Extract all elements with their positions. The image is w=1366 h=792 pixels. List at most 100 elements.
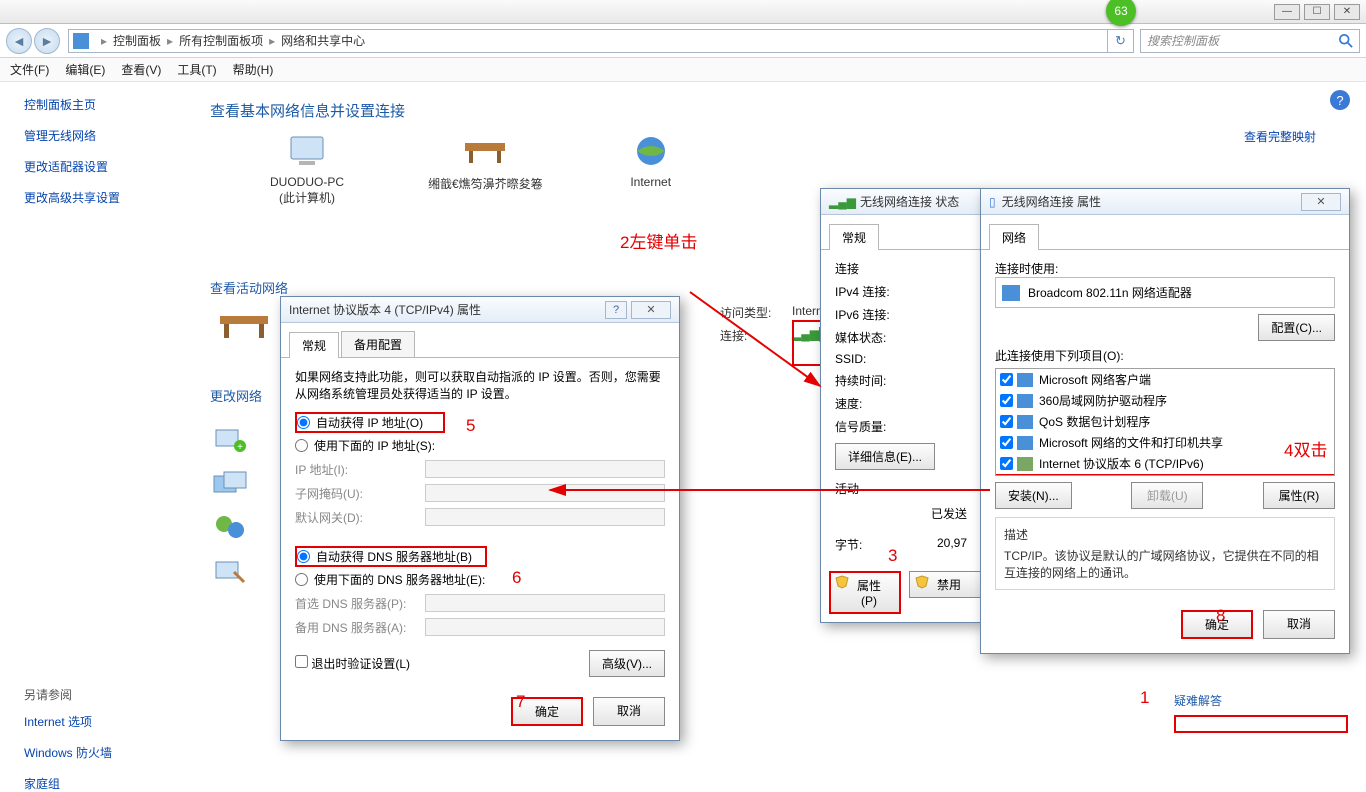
validate-checkbox-row[interactable]: 退出时验证设置(L) (295, 655, 410, 672)
tab-network[interactable]: 网络 (989, 224, 1039, 250)
ipv4-properties-dialog: Internet 协议版本 4 (TCP/IPv4) 属性 ? ✕ 常规 备用配… (280, 296, 680, 741)
sidebar-adapter[interactable]: 更改适配器设置 (24, 158, 200, 175)
bytes-value: 20,97 (937, 536, 967, 553)
homegroup-icon (210, 512, 250, 544)
list-item: QoS 数据包计划程序 (996, 411, 1334, 432)
cancel-button[interactable]: 取消 (1263, 610, 1335, 639)
auto-ip-radio[interactable] (297, 416, 310, 429)
search-input[interactable]: 搜索控制面板 (1140, 29, 1360, 53)
connect-network-icon (210, 468, 250, 500)
section-activity-label: 活动 (835, 480, 967, 497)
security-badge: 63 (1106, 0, 1136, 26)
dialog-title: 无线网络连接 属性 (1002, 193, 1301, 210)
menu-file[interactable]: 文件(F) (10, 61, 49, 78)
sidebar-home[interactable]: 控制面板主页 (24, 96, 200, 113)
address-bar[interactable]: ▸ 控制面板 ▸ 所有控制面板项 ▸ 网络和共享中心 (68, 29, 1108, 53)
dialog-title: 无线网络连接 状态 (860, 193, 973, 210)
anno-6: 6 (512, 568, 521, 588)
ipv4-connectivity: IPv4 连接: (835, 283, 967, 300)
dns2-label: 备用 DNS 服务器(A): (295, 619, 425, 636)
configure-button[interactable]: 配置(C)... (1258, 314, 1335, 341)
anno-3: 3 (888, 546, 897, 566)
shield-icon (915, 575, 929, 589)
section-connection-label: 连接 (835, 260, 967, 277)
intro-text: 如果网络支持此功能，则可以获取自动指派的 IP 设置。否则，您需要从网络系统管理… (295, 368, 665, 402)
protocol-icon (1017, 457, 1033, 471)
sidebar-inetopt[interactable]: Internet 选项 (24, 713, 200, 730)
menu-help[interactable]: 帮助(H) (233, 61, 274, 78)
adapter-box: Broadcom 802.11n 网络适配器 (995, 277, 1335, 308)
anno-7: 7 (516, 692, 525, 712)
search-placeholder: 搜索控制面板 (1147, 32, 1219, 49)
sidebar: 控制面板主页 管理无线网络 更改适配器设置 更改高级共享设置 另请参阅 Inte… (0, 82, 200, 735)
close-button[interactable]: ✕ (1334, 4, 1360, 20)
qos-icon (1017, 415, 1033, 429)
adapter-icon: ▯ (989, 195, 996, 209)
globe-icon (627, 133, 675, 169)
manual-dns-radio[interactable] (295, 573, 308, 586)
nav-forward-button[interactable]: ► (34, 28, 60, 54)
breadcrumb-here[interactable]: 网络和共享中心 (281, 32, 365, 49)
manual-ip-radio[interactable] (295, 439, 308, 452)
checkbox[interactable] (1000, 394, 1013, 407)
speed-label: 速度: (835, 395, 967, 412)
description-box: 描述 TCP/IP。该协议是默认的广域网络协议，它提供在不同的相互连接的网络上的… (995, 517, 1335, 590)
dialog-close-button[interactable]: ✕ (631, 301, 671, 319)
manual-dns-radio-row[interactable]: 使用下面的 DNS 服务器地址(E): (295, 571, 665, 588)
share-icon (1017, 436, 1033, 450)
heading-change-network: 更改网络 (210, 386, 262, 405)
pc-icon (283, 133, 331, 169)
install-button[interactable]: 安装(N)... (995, 482, 1072, 509)
manual-ip-radio-row[interactable]: 使用下面的 IP 地址(S): (295, 437, 665, 454)
annotation-box-1 (1174, 715, 1348, 733)
view-full-map-link[interactable]: 查看完整映射 (1244, 128, 1316, 145)
menu-view[interactable]: 查看(V) (121, 61, 161, 78)
breadcrumb-root[interactable]: 控制面板 (113, 32, 161, 49)
adapter-icon (1002, 285, 1020, 301)
wifi-properties-dialog: ▯ 无线网络连接 属性 ✕ 网络 连接时使用: Broadcom 802.11n… (980, 188, 1350, 654)
troubleshooting-section: 疑难解答 (1174, 692, 1348, 733)
list-item-ipv4[interactable]: Internet 协议版本 4 (TCP/IPv4) (996, 474, 1334, 476)
node-internet: Internet (627, 133, 675, 189)
tab-general[interactable]: 常规 (289, 332, 339, 358)
window-titlebar: 63 — ☐ ✕ (0, 0, 1366, 24)
advanced-button[interactable]: 高级(V)... (589, 650, 665, 677)
sidebar-firewall[interactable]: Windows 防火墙 (24, 744, 200, 761)
dns2-field (425, 618, 665, 636)
sidebar-sharing[interactable]: 更改高级共享设置 (24, 189, 200, 206)
new-connection-icon: + (210, 424, 250, 456)
item-properties-button[interactable]: 属性(R) (1263, 482, 1335, 509)
sidebar-seealso: 另请参阅 (24, 686, 200, 703)
menu-edit[interactable]: 编辑(E) (65, 61, 105, 78)
auto-dns-radio[interactable] (297, 550, 310, 563)
checkbox[interactable] (1000, 457, 1013, 470)
minimize-button[interactable]: — (1274, 4, 1300, 20)
details-button[interactable]: 详细信息(E)... (835, 443, 935, 470)
checkbox[interactable] (1000, 436, 1013, 449)
refresh-button[interactable]: ↻ (1108, 29, 1134, 53)
tab-general[interactable]: 常规 (829, 224, 879, 250)
dialog-close-button[interactable]: ✕ (1301, 193, 1341, 211)
tab-alternate[interactable]: 备用配置 (341, 331, 415, 357)
checkbox[interactable] (1000, 415, 1013, 428)
sidebar-wifi[interactable]: 管理无线网络 (24, 127, 200, 144)
breadcrumb-all[interactable]: 所有控制面板项 (179, 32, 263, 49)
duration-label: 持续时间: (835, 372, 967, 389)
nav-back-button[interactable]: ◄ (6, 28, 32, 54)
anno-8: 8 (1216, 606, 1225, 626)
gateway-field (425, 508, 665, 526)
ipv6-connectivity: IPv6 连接: (835, 306, 967, 323)
checkbox[interactable] (1000, 373, 1013, 386)
wifi-status-dialog: ▂▄▆ 无线网络连接 状态 常规 连接 IPv4 连接: IPv6 连接: 媒体… (820, 188, 982, 623)
sidebar-homegroup[interactable]: 家庭组 (24, 775, 200, 792)
validate-checkbox[interactable] (295, 655, 308, 668)
auto-ip-radio-row[interactable]: 自动获得 IP 地址(O) (295, 412, 445, 433)
cancel-button[interactable]: 取消 (593, 697, 665, 726)
maximize-button[interactable]: ☐ (1304, 4, 1330, 20)
menu-tools[interactable]: 工具(T) (177, 61, 216, 78)
gateway-label: 默认网关(D): (295, 509, 425, 526)
svg-text:+: + (237, 442, 243, 453)
help-button[interactable]: ? (605, 301, 627, 319)
auto-dns-radio-row[interactable]: 自动获得 DNS 服务器地址(B) (295, 546, 487, 567)
page-title: 查看基本网络信息并设置连接 (210, 100, 1336, 121)
